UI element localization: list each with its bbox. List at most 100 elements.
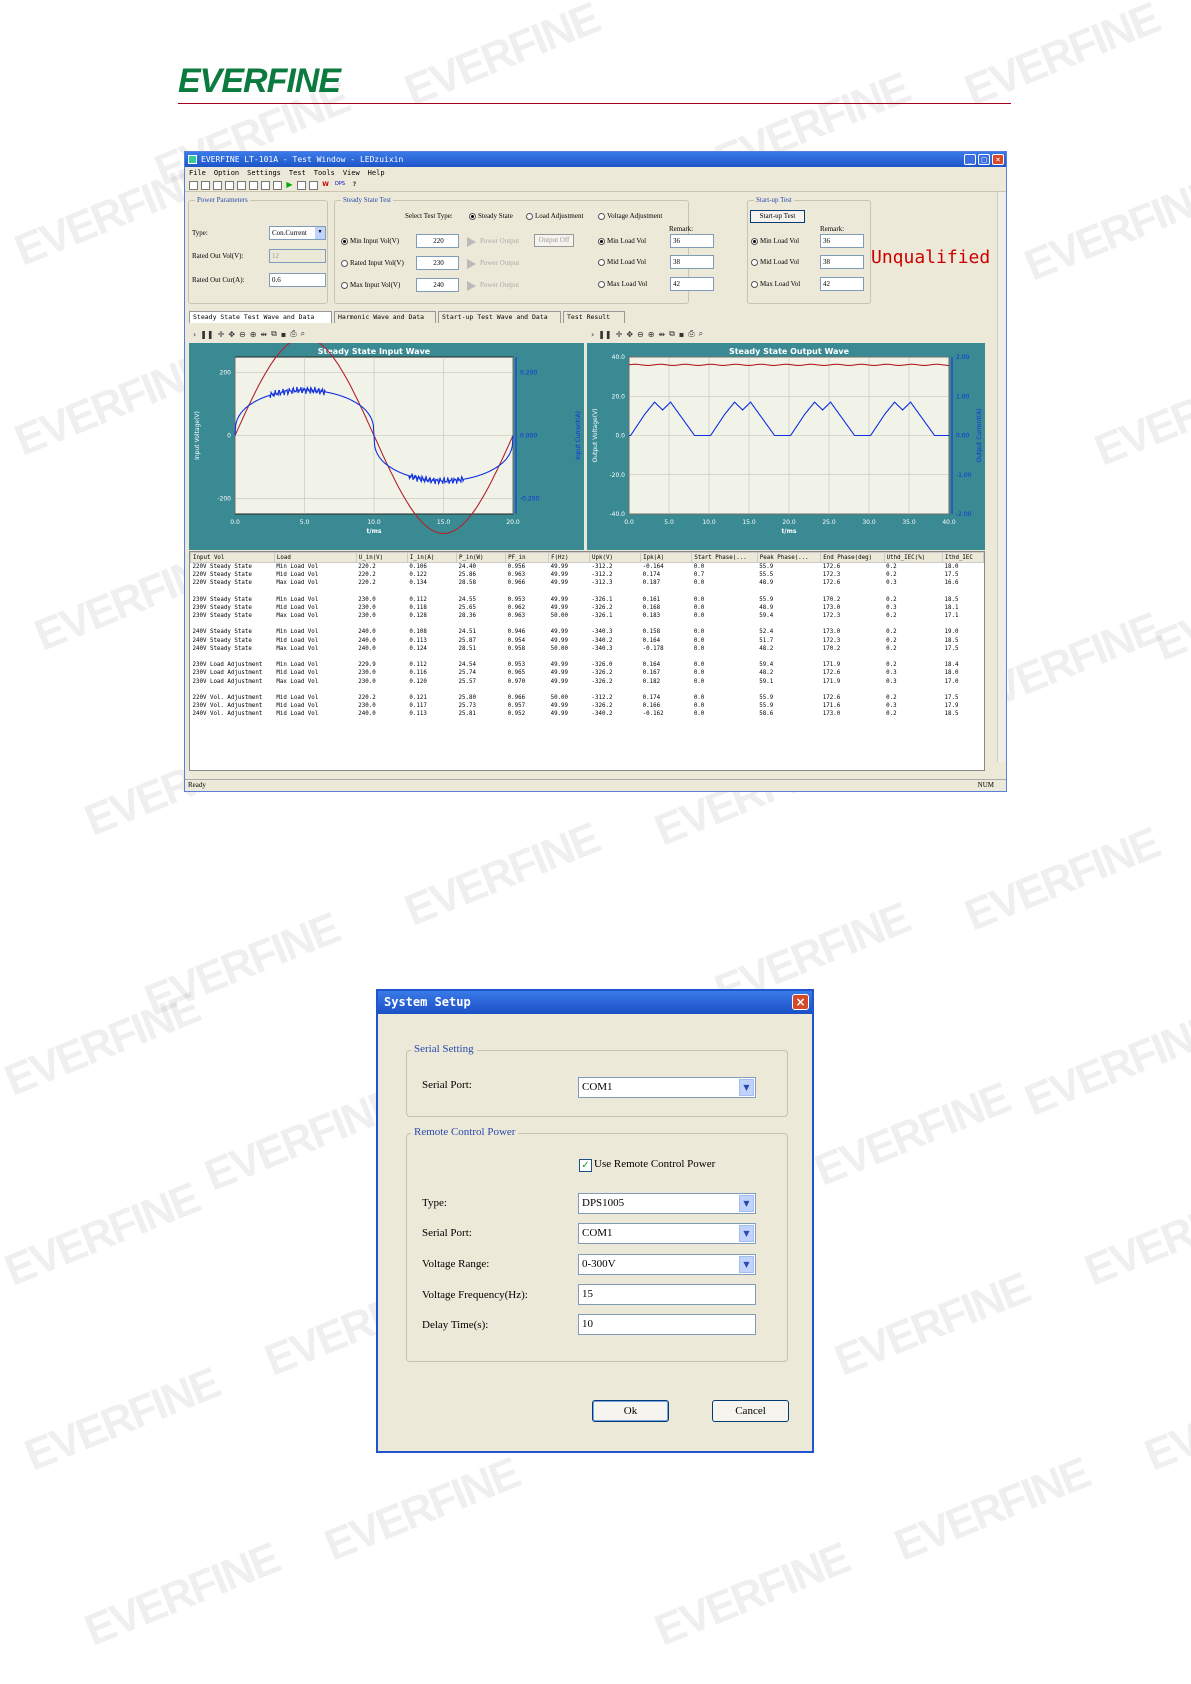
preview-icon[interactable]: ⌕	[301, 329, 305, 339]
table-row[interactable]: 230V Steady State Mid Load Vol 230.0 0.118 2…	[191, 604, 984, 612]
startup-mid-load-input[interactable]: 38	[820, 255, 864, 269]
vertical-scrollbar[interactable]	[997, 192, 1006, 762]
steady-state-radio[interactable]	[469, 213, 476, 220]
table-row[interactable]: 240V Steady State Mid Load Vol 240.0 0.113 2…	[191, 637, 984, 645]
save-icon[interactable]: ▪	[281, 330, 286, 339]
minimize-icon[interactable]: _	[964, 154, 976, 165]
startup-max-load-input[interactable]: 42	[820, 277, 864, 291]
run-icon[interactable]: ▶	[285, 180, 294, 190]
load-adjustment-radio[interactable]	[526, 213, 533, 220]
crosshair-icon[interactable]: ✛	[218, 330, 225, 339]
report-icon[interactable]	[261, 180, 270, 190]
table-row[interactable]	[191, 620, 984, 628]
remote-serial-port-select[interactable]: COM1 ▼	[578, 1223, 756, 1244]
min-load-vol-radio[interactable]	[598, 238, 605, 245]
table-row[interactable]: 230V Steady State Max Load Vol 230.0 0.128 2…	[191, 612, 984, 620]
maximize-icon[interactable]: □	[978, 154, 990, 165]
save-icon[interactable]: ▪	[679, 330, 684, 339]
table-row[interactable]: 230V Vol. Adjustment Mid Load Vol 230.0 0.1…	[191, 702, 984, 710]
menu-test[interactable]: Test	[289, 167, 306, 179]
use-remote-control-checkbox[interactable]: ✓	[579, 1159, 592, 1172]
rated-out-vol-input[interactable]: 12	[269, 249, 326, 263]
copy-icon[interactable]: ⧉	[669, 329, 675, 339]
table-row[interactable]	[191, 686, 984, 694]
mail-icon[interactable]	[309, 180, 318, 190]
stop-icon[interactable]	[297, 180, 306, 190]
column-header[interactable]: Ipk(A)	[640, 552, 693, 563]
min-load-remark-input[interactable]: 36	[670, 234, 714, 248]
power-output-label-3[interactable]: Power Output	[480, 281, 519, 289]
voltage-range-select[interactable]: 0-300V ▼	[578, 1254, 756, 1275]
startup-min-load-radio[interactable]	[751, 238, 758, 245]
help-icon[interactable]: ?	[350, 181, 359, 190]
new-file-icon[interactable]	[189, 180, 198, 190]
max-input-vol-radio[interactable]	[341, 282, 348, 289]
dps-icon[interactable]: DPS	[333, 181, 347, 190]
table-row[interactable]: 240V Steady State Min Load Vol 240.0 0.108 2…	[191, 628, 984, 636]
menu-tools[interactable]: Tools	[314, 167, 335, 179]
chevron-down-icon[interactable]: ▼	[739, 1195, 754, 1212]
column-header[interactable]: U_in(V)	[355, 552, 408, 563]
zoom-in-icon[interactable]: ⊕	[250, 330, 257, 339]
pause-icon[interactable]: ❚❚	[598, 330, 611, 339]
column-header[interactable]: Ithd_IEC	[941, 552, 984, 563]
preview-icon[interactable]	[237, 180, 246, 190]
menu-settings[interactable]: Settings	[247, 167, 281, 179]
table-row[interactable]: 230V Load Adjustment Min Load Vol 229.9 0.1…	[191, 661, 984, 669]
column-header[interactable]: Start Phase(...	[691, 552, 758, 563]
column-header[interactable]: End Phase(deg)	[820, 552, 885, 563]
table-row[interactable]	[191, 653, 984, 661]
table-row[interactable]: 230V Load Adjustment Max Load Vol 230.0 0.1…	[191, 677, 984, 685]
type-select[interactable]: DPS1005 ▼	[578, 1193, 756, 1214]
output-off-button[interactable]: Output Off	[534, 234, 574, 247]
voltage-frequency-input[interactable]: 15	[578, 1284, 756, 1305]
column-header[interactable]: PF_in	[505, 552, 550, 563]
menu-view[interactable]: View	[343, 167, 360, 179]
mid-load-remark-input[interactable]: 38	[670, 255, 714, 269]
rated-out-cur-input[interactable]: 0.6	[269, 273, 326, 287]
preview-icon[interactable]: ⌕	[699, 329, 703, 339]
column-header[interactable]: Input Vol	[190, 552, 275, 563]
column-header[interactable]: P_in(W)	[455, 552, 507, 563]
fit-icon[interactable]: ⇹	[260, 330, 267, 339]
min-input-vol-input[interactable]: 220	[416, 234, 459, 248]
startup-min-load-input[interactable]: 36	[820, 234, 864, 248]
chevron-down-icon[interactable]: ▼	[739, 1256, 754, 1273]
table-row[interactable]: 220V Vol. Adjustment Mid Load Vol 220.2 0.1…	[191, 694, 984, 702]
close-icon[interactable]: ×	[992, 154, 1004, 165]
type-select[interactable]: Con.Current ▼	[269, 226, 326, 240]
tab-startup[interactable]: Start-up Test Wave and Data	[438, 311, 561, 323]
play-icon[interactable]: ›	[591, 330, 594, 339]
chevron-down-icon[interactable]: ▼	[315, 227, 325, 239]
table-row[interactable]	[191, 587, 984, 595]
column-header[interactable]: F(Hz)	[548, 552, 590, 563]
play-icon[interactable]: ›	[193, 330, 196, 339]
table-row[interactable]: 230V Steady State Min Load Vol 230.0 0.112 2…	[191, 596, 984, 604]
rated-input-vol-input[interactable]: 230	[416, 256, 459, 270]
copy-icon[interactable]: ⧉	[271, 329, 277, 339]
column-header[interactable]: Uthd_IEC(%)	[883, 552, 943, 563]
chevron-down-icon[interactable]: ▼	[739, 1079, 754, 1096]
column-header[interactable]: Peak Phase(...	[756, 552, 822, 563]
startup-test-button[interactable]: Start-up Test	[750, 210, 805, 223]
print-icon[interactable]: ⎙	[688, 329, 694, 339]
startup-max-load-radio[interactable]	[751, 281, 758, 288]
close-icon[interactable]: ×	[792, 994, 809, 1010]
tab-steady-state[interactable]: Steady State Test Wave and Data	[189, 311, 332, 323]
settings-icon[interactable]	[249, 180, 258, 190]
menu-option[interactable]: Option	[214, 167, 239, 179]
zoom-out-icon[interactable]: ⊖	[239, 330, 246, 339]
column-header[interactable]: Upk(V)	[588, 552, 642, 563]
ok-button[interactable]: Ok	[592, 1400, 669, 1422]
move-icon[interactable]: ✥	[626, 330, 633, 339]
tab-test-result[interactable]: Test Result	[563, 311, 625, 323]
table-row[interactable]: 240V Vol. Adjustment Mid Load Vol 240.0 0.1…	[191, 710, 984, 718]
max-load-vol-radio[interactable]	[598, 281, 605, 288]
zoom-in-icon[interactable]: ⊕	[648, 330, 655, 339]
table-row[interactable]: 240V Steady State Max Load Vol 240.0 0.124 2…	[191, 645, 984, 653]
max-input-vol-input[interactable]: 240	[416, 278, 459, 292]
word-icon[interactable]: W	[321, 181, 330, 190]
delay-time-input[interactable]: 10	[578, 1314, 756, 1335]
startup-mid-load-radio[interactable]	[751, 259, 758, 266]
mid-load-vol-radio[interactable]	[598, 259, 605, 266]
